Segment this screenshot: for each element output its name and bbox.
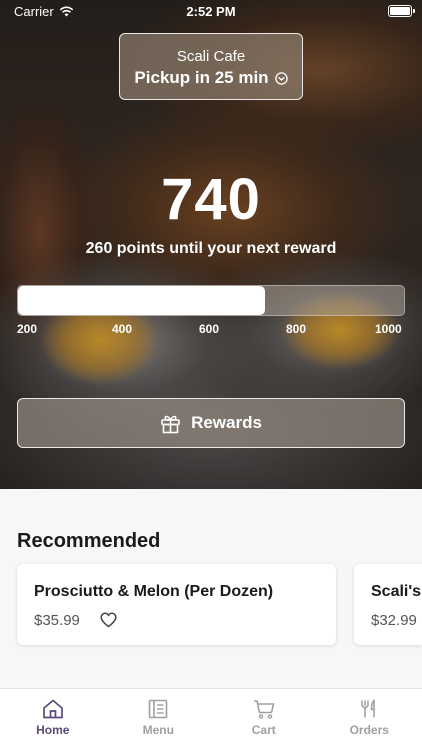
item-price: $35.99 xyxy=(34,612,80,629)
item-name: Scali's xyxy=(371,583,422,600)
cafe-name: Scali Cafe xyxy=(176,48,246,65)
points-subtitle: 260 points until your next reward xyxy=(85,240,337,257)
rewards-button[interactable]: Rewards xyxy=(17,398,405,448)
points-progress-fill xyxy=(18,286,266,315)
orders-icon xyxy=(361,699,376,718)
tab-home[interactable]: Home xyxy=(0,689,106,750)
recommended-item-card[interactable]: Scali's $32.99 xyxy=(354,564,422,645)
status-bar: Carrier 2:52 PM xyxy=(0,0,422,24)
points-value: 740 xyxy=(161,167,261,232)
bottom-tab-bar: Home Menu Cart Orders xyxy=(0,688,422,750)
item-name: Prosciutto & Melon (Per Dozen) xyxy=(34,583,274,600)
rewards-button-label: Rewards xyxy=(191,413,262,432)
tab-label: Home xyxy=(36,723,70,737)
tab-label: Cart xyxy=(251,723,276,737)
chevron-down-circle-icon xyxy=(274,71,288,85)
pickup-time-row: Pickup in 25 min xyxy=(120,68,302,88)
tab-cart[interactable]: Cart xyxy=(211,689,317,750)
tab-label: Orders xyxy=(349,723,389,737)
points-progress-bar xyxy=(17,285,405,316)
pickup-time: Pickup in 25 min xyxy=(134,68,269,87)
status-time: 2:52 PM xyxy=(186,4,236,19)
tab-orders[interactable]: Orders xyxy=(317,689,422,750)
progress-tick-label: 800 xyxy=(286,322,307,336)
progress-tick-label: 400 xyxy=(112,322,133,336)
cart-icon xyxy=(253,700,275,719)
item-price: $32.99 xyxy=(371,612,417,629)
gift-icon xyxy=(161,415,180,433)
progress-tick-label: 200 xyxy=(17,322,38,336)
favorite-heart-icon[interactable] xyxy=(100,612,117,628)
battery-icon xyxy=(388,5,415,17)
recommended-heading: Recommended xyxy=(17,530,161,552)
tab-menu[interactable]: Menu xyxy=(106,689,212,750)
tab-label: Menu xyxy=(142,723,174,737)
menu-icon xyxy=(148,699,168,719)
home-icon xyxy=(42,699,63,719)
progress-tick-label: 1000 xyxy=(375,322,402,336)
cafe-selector-button[interactable]: Scali Cafe Pickup in 25 min xyxy=(119,33,303,100)
progress-tick-label: 600 xyxy=(199,322,220,336)
recommended-item-card[interactable]: Prosciutto & Melon (Per Dozen) $35.99 xyxy=(17,564,336,645)
